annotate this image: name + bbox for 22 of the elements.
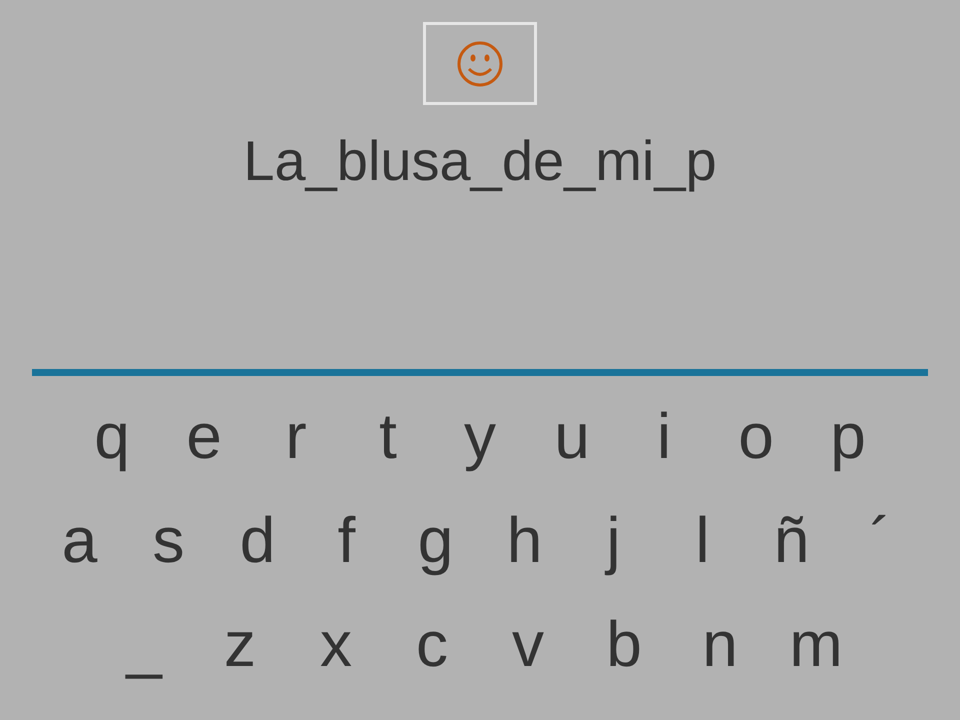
letter-key[interactable]: a (35, 508, 124, 572)
letter-key[interactable]: e (158, 404, 250, 468)
letter-key[interactable]: z (192, 612, 288, 676)
letter-key[interactable]: s (124, 508, 213, 572)
letter-key[interactable]: ´ (836, 508, 925, 572)
smiley-icon (456, 40, 504, 88)
letter-key[interactable]: b (576, 612, 672, 676)
letter-key[interactable]: v (480, 612, 576, 676)
letter-key[interactable]: h (480, 508, 569, 572)
letter-key[interactable]: o (710, 404, 802, 468)
letter-key[interactable]: ñ (747, 508, 836, 572)
letter-key[interactable]: u (526, 404, 618, 468)
letter-key[interactable]: r (250, 404, 342, 468)
letter-key[interactable]: d (213, 508, 302, 572)
letter-key[interactable]: x (288, 612, 384, 676)
letter-key[interactable]: m (768, 612, 864, 676)
letter-key[interactable]: n (672, 612, 768, 676)
letter-key[interactable]: i (618, 404, 710, 468)
letter-key[interactable]: f (302, 508, 391, 572)
letter-key[interactable]: c (384, 612, 480, 676)
letter-key[interactable]: l (658, 508, 747, 572)
letter-key[interactable]: t (342, 404, 434, 468)
